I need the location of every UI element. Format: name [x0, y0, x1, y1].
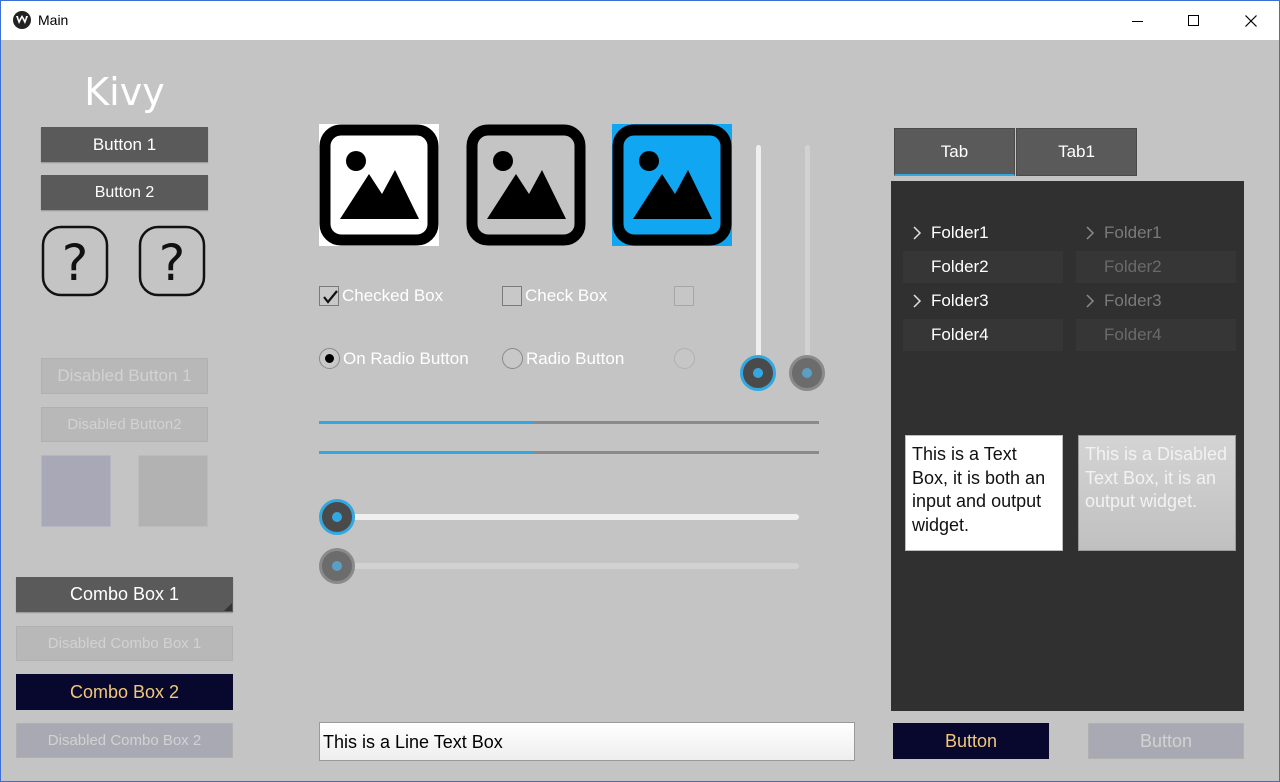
- button[interactable]: Button: [893, 723, 1049, 759]
- radio-button-label: Radio Button: [526, 348, 625, 368]
- button-1[interactable]: Button 1: [41, 127, 208, 162]
- maximize-button[interactable]: [1166, 1, 1222, 40]
- window-title: Main: [38, 12, 69, 28]
- minimize-button[interactable]: [1110, 1, 1166, 40]
- combo-box-1[interactable]: Combo Box 1: [16, 577, 233, 612]
- tree-item-folder2[interactable]: Folder2: [903, 251, 1063, 283]
- disabled-button: Button: [1088, 723, 1244, 759]
- checkbox-box: [502, 286, 522, 306]
- chevron-right-icon: [913, 226, 922, 240]
- radio-button[interactable]: Radio Button: [502, 348, 624, 369]
- kivy-heading: Kivy: [84, 70, 165, 114]
- client-area: Kivy Button 1 Button 2 ? ? Disabled Butt…: [1, 40, 1279, 781]
- disabled-button-1: Disabled Button 1: [41, 358, 208, 394]
- progress-bar-2-fill: [319, 451, 534, 454]
- checked-checkbox[interactable]: Checked Box: [319, 286, 443, 306]
- slider-1[interactable]: [319, 499, 799, 535]
- question-icon[interactable]: ?: [41, 225, 109, 297]
- radio-circle: [674, 348, 695, 369]
- slider-handle-dot: [332, 512, 342, 522]
- disabled-tree-item-folder4: Folder4: [1076, 319, 1236, 351]
- disabled-checkbox: [674, 286, 697, 306]
- kivy-logo-icon: [13, 11, 31, 29]
- vertical-slider-1-handle[interactable]: [740, 355, 776, 391]
- tree-item-label: Folder4: [1104, 325, 1162, 344]
- tree-item-label: Folder3: [931, 291, 989, 310]
- radio-circle: [319, 348, 340, 369]
- disabled-image-placeholder: [138, 455, 208, 527]
- tree-item-label: Folder4: [931, 325, 989, 344]
- svg-text:?: ?: [159, 234, 186, 292]
- combo-box-2[interactable]: Combo Box 2: [16, 674, 233, 710]
- title-bar[interactable]: Main: [1, 1, 1279, 40]
- tree-item-folder1[interactable]: Folder1: [903, 217, 1063, 249]
- progress-bar-1-fill: [319, 421, 534, 424]
- disabled-tree-item-folder1: Folder1: [1076, 217, 1236, 249]
- combo-box-1-label: Combo Box 1: [69, 584, 180, 604]
- maximize-icon: [1188, 14, 1199, 26]
- disabled-tree-item-folder3: Folder3: [1076, 285, 1236, 317]
- chevron-right-icon: [1086, 294, 1095, 308]
- tree-item-label: Folder2: [931, 257, 989, 276]
- image-placeholder: [41, 455, 111, 527]
- image-icon: [466, 124, 586, 246]
- image-icon[interactable]: [612, 124, 732, 246]
- tree-item-folder4[interactable]: Folder4: [903, 319, 1063, 351]
- vertical-slider-1[interactable]: [740, 145, 776, 391]
- disabled-vertical-slider-handle: [789, 355, 825, 391]
- slider-handle-dot: [802, 368, 812, 378]
- progress-bar-1: [319, 421, 819, 424]
- close-icon: [1245, 14, 1257, 27]
- radio-dot: [325, 354, 334, 363]
- line-text-box[interactable]: This is a Line Text Box: [319, 722, 855, 761]
- tab-tab1[interactable]: Tab1: [1016, 128, 1137, 176]
- close-button[interactable]: [1223, 1, 1279, 40]
- checkbox-box: [674, 286, 694, 306]
- checked-checkbox-label: Checked Box: [342, 286, 444, 305]
- question-icon[interactable]: ?: [138, 225, 206, 297]
- dropdown-corner-icon: [224, 603, 232, 611]
- disabled-slider-handle: [319, 548, 355, 584]
- tree-item-label: Folder3: [1104, 291, 1162, 310]
- svg-text:?: ?: [62, 234, 89, 292]
- checkbox[interactable]: Check Box: [502, 286, 607, 306]
- progress-bar-2: [319, 451, 819, 454]
- tree-item-label: Folder2: [1104, 257, 1162, 276]
- chevron-right-icon: [1086, 226, 1095, 240]
- disabled-radio-button: [674, 348, 698, 369]
- on-radio-button-label: On Radio Button: [343, 348, 469, 368]
- disabled-tree-item-folder2: Folder2: [1076, 251, 1236, 283]
- checkmark-icon: [323, 290, 338, 304]
- on-radio-button[interactable]: On Radio Button: [319, 348, 469, 369]
- slider-handle-dot: [332, 561, 342, 571]
- minimize-icon: [1132, 20, 1143, 22]
- tree-item-label: Folder1: [1104, 223, 1162, 242]
- disabled-slider: [319, 548, 799, 584]
- image-icon[interactable]: [319, 124, 439, 246]
- button-2[interactable]: Button 2: [41, 175, 208, 210]
- application-window: Main Kivy Button 1 Button 2 ? ? Disabled…: [0, 0, 1280, 782]
- chevron-right-icon: [913, 294, 922, 308]
- tree-item-label: Folder1: [931, 223, 989, 242]
- slider-handle-dot: [753, 368, 763, 378]
- tab-tab[interactable]: Tab: [894, 128, 1015, 176]
- disabled-text-box: This is a Disabled Text Box, it is an ou…: [1078, 435, 1236, 551]
- disabled-combo-box-2: Disabled Combo Box 2: [16, 723, 233, 758]
- disabled-button-2: Disabled Button2: [41, 407, 208, 442]
- tree-item-folder3[interactable]: Folder3: [903, 285, 1063, 317]
- text-box[interactable]: This is a Text Box, it is both an input …: [905, 435, 1063, 551]
- checkbox-box: [319, 286, 339, 306]
- checkbox-label: Check Box: [525, 286, 608, 305]
- tab-content-panel: Folder1 Folder2 Folder3 Folder4 Folder1: [891, 181, 1244, 711]
- disabled-vertical-slider: [789, 145, 825, 391]
- slider-1-handle[interactable]: [319, 499, 355, 535]
- radio-circle: [502, 348, 523, 369]
- disabled-combo-box-1: Disabled Combo Box 1: [16, 626, 233, 661]
